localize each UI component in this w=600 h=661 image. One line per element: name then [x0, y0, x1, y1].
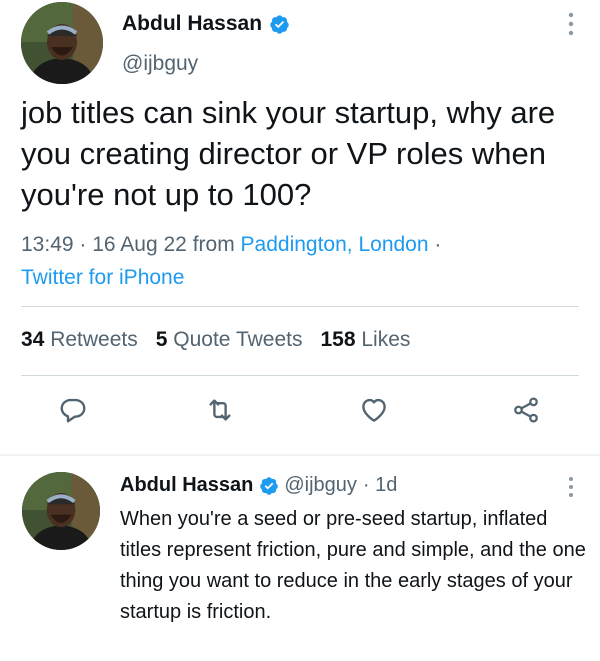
retweet-icon [209, 399, 231, 421]
avatar-image [22, 472, 100, 550]
reply-age[interactable]: · 1d [363, 474, 397, 497]
like-button[interactable] [356, 392, 392, 428]
reply-header: Abdul Hassan @ijbguy · 1d [120, 474, 397, 497]
verified-badge-icon [269, 14, 290, 35]
meta-separator: · [434, 233, 442, 256]
tweet-time[interactable]: 13:49 [21, 233, 74, 256]
display-name[interactable]: Abdul Hassan [120, 474, 253, 497]
avatar-image [21, 2, 103, 84]
reply-tweet[interactable]: Abdul Hassan @ijbguy · 1d When you're a … [0, 456, 600, 661]
more-icon[interactable] [567, 12, 575, 36]
tweet-date[interactable]: 16 Aug 22 [92, 233, 187, 256]
handle[interactable]: @ijbguy [122, 52, 198, 76]
retweets-label: Retweets [50, 328, 138, 351]
retweet-button[interactable] [202, 392, 238, 428]
client-link[interactable]: Twitter for iPhone [21, 266, 184, 289]
display-name[interactable]: Abdul Hassan [122, 12, 262, 36]
reply-icon [60, 398, 86, 423]
more-icon[interactable] [567, 476, 575, 498]
divider [21, 306, 579, 307]
tweet-text: job titles can sink your startup, why ar… [21, 95, 556, 212]
retweets-count: 34 [21, 328, 45, 351]
quotes-label: Quote Tweets [173, 328, 303, 351]
divider [21, 375, 579, 376]
quotes-stat[interactable]: 5 Quote Tweets [156, 328, 303, 352]
author-name-row: Abdul Hassan [122, 12, 290, 36]
reply-button[interactable] [55, 392, 91, 428]
retweets-stat[interactable]: 34 Retweets [21, 328, 138, 352]
quotes-count: 5 [155, 328, 168, 351]
likes-stat[interactable]: 158 Likes [320, 328, 410, 352]
avatar[interactable] [22, 472, 100, 550]
from-label: from [192, 233, 235, 256]
verified-badge-icon [259, 476, 279, 496]
location-link[interactable]: Paddington, London [241, 233, 429, 256]
main-tweet: Abdul Hassan @ijbguy job titles can sink… [0, 0, 600, 455]
tweet-stats: 34 Retweets 5 Quote Tweets 158 Likes [21, 328, 410, 352]
action-bar [0, 392, 600, 436]
likes-label: Likes [361, 328, 411, 351]
avatar[interactable] [21, 2, 103, 84]
meta-separator: · [79, 233, 87, 256]
reply-text: When you're a seed or pre-seed startup, … [120, 508, 586, 623]
share-button[interactable] [508, 392, 544, 428]
handle[interactable]: @ijbguy [284, 474, 357, 497]
tweet-meta: 13:49 · 16 Aug 22 from Paddington, Londo… [21, 228, 586, 294]
share-icon [514, 397, 538, 423]
like-icon [362, 398, 386, 422]
likes-count: 158 [320, 328, 356, 351]
